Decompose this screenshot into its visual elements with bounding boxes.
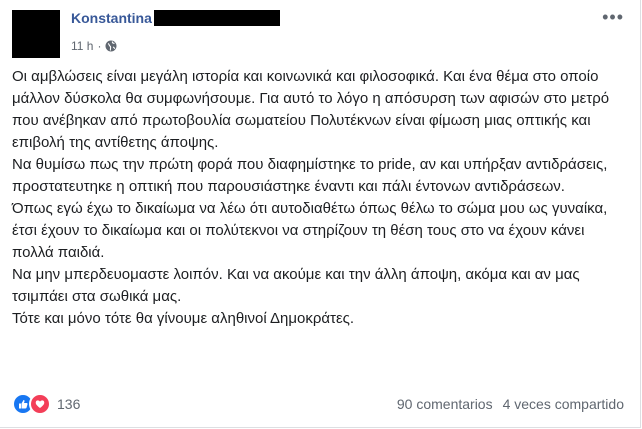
shares-count[interactable]: 4 veces compartido [503,396,624,412]
post-paragraph: Να μην μπερδευομαστε λοιπόν. Και να ακού… [12,266,580,305]
post-card: Konstantina 11 h · ••• Οι αμβλώσεις είνα… [0,0,641,428]
post-footer: 136 90 comentarios 4 veces compartido [12,393,624,415]
post-body: Οι αμβλώσεις είναι μεγάλη ιστορία και κο… [12,66,627,330]
globe-icon[interactable] [105,40,117,52]
post-paragraph: Οι αμβλώσεις είναι μεγάλη ιστορία και κο… [12,68,610,151]
post-author[interactable]: Konstantina [71,10,280,26]
love-icon [29,393,51,415]
post-timestamp[interactable]: 11 h [71,39,93,53]
author-name[interactable]: Konstantina [71,10,152,26]
comments-count[interactable]: 90 comentarios [397,396,493,412]
reactions-summary[interactable]: 136 [12,393,80,415]
redaction-bar [153,10,280,26]
post-meta: 11 h · [71,39,117,53]
post-paragraph: Να θυμίσω πως την πρώτη φορά που διαφημί… [12,156,608,195]
post-paragraph: Τότε και μόνο τότε θα γίνουμε αληθινοί Δ… [12,310,355,327]
reaction-count: 136 [57,396,81,412]
post-stats: 90 comentarios 4 veces compartido [397,396,624,412]
post-paragraph: Όπως εγώ έχω το δικαίωμα να λέω ότι αυτο… [12,200,608,261]
ellipsis-icon[interactable]: ••• [602,8,624,26]
avatar[interactable] [12,10,60,58]
meta-separator: · [97,39,102,53]
